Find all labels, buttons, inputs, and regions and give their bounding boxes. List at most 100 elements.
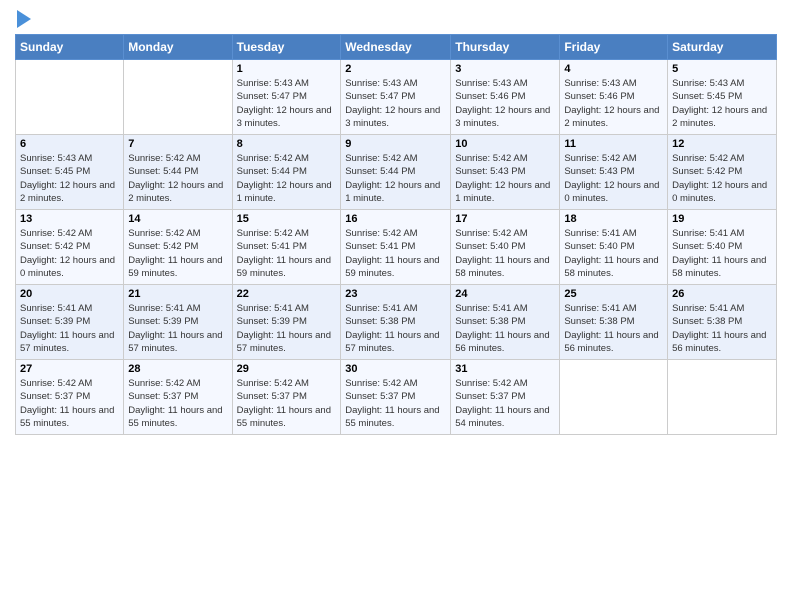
week-row-5: 27 Sunrise: 5:42 AMSunset: 5:37 PMDayligh… xyxy=(16,360,777,435)
header xyxy=(15,10,777,28)
day-info: Sunrise: 5:41 AMSunset: 5:39 PMDaylight:… xyxy=(237,302,337,355)
day-number: 29 xyxy=(237,363,337,375)
calendar-cell: 7 Sunrise: 5:42 AMSunset: 5:44 PMDaylight… xyxy=(124,135,232,210)
day-info: Sunrise: 5:43 AMSunset: 5:46 PMDaylight:… xyxy=(455,77,555,130)
day-info: Sunrise: 5:42 AMSunset: 5:42 PMDaylight:… xyxy=(20,227,119,280)
calendar-cell: 26 Sunrise: 5:41 AMSunset: 5:38 PMDayligh… xyxy=(668,285,777,360)
col-header-friday: Friday xyxy=(560,35,668,60)
calendar-cell: 21 Sunrise: 5:41 AMSunset: 5:39 PMDayligh… xyxy=(124,285,232,360)
day-number: 1 xyxy=(237,63,337,75)
day-info: Sunrise: 5:42 AMSunset: 5:37 PMDaylight:… xyxy=(455,377,555,430)
day-info: Sunrise: 5:42 AMSunset: 5:37 PMDaylight:… xyxy=(128,377,227,430)
calendar-cell: 10 Sunrise: 5:42 AMSunset: 5:43 PMDayligh… xyxy=(451,135,560,210)
week-row-4: 20 Sunrise: 5:41 AMSunset: 5:39 PMDayligh… xyxy=(16,285,777,360)
calendar-cell: 27 Sunrise: 5:42 AMSunset: 5:37 PMDayligh… xyxy=(16,360,124,435)
calendar-cell: 17 Sunrise: 5:42 AMSunset: 5:40 PMDayligh… xyxy=(451,210,560,285)
day-info: Sunrise: 5:42 AMSunset: 5:41 PMDaylight:… xyxy=(345,227,446,280)
day-info: Sunrise: 5:42 AMSunset: 5:37 PMDaylight:… xyxy=(237,377,337,430)
day-info: Sunrise: 5:43 AMSunset: 5:47 PMDaylight:… xyxy=(237,77,337,130)
day-number: 23 xyxy=(345,288,446,300)
calendar-cell: 16 Sunrise: 5:42 AMSunset: 5:41 PMDayligh… xyxy=(341,210,451,285)
calendar-cell: 8 Sunrise: 5:42 AMSunset: 5:44 PMDaylight… xyxy=(232,135,341,210)
week-row-3: 13Sunrise: 5:42 AMSunset: 5:42 PMDayligh… xyxy=(16,210,777,285)
calendar-cell: 18 Sunrise: 5:41 AMSunset: 5:40 PMDayligh… xyxy=(560,210,668,285)
day-number: 10 xyxy=(455,138,555,150)
day-info: Sunrise: 5:42 AMSunset: 5:37 PMDaylight:… xyxy=(20,377,119,430)
day-info: Sunrise: 5:43 AMSunset: 5:46 PMDaylight:… xyxy=(564,77,663,130)
col-header-wednesday: Wednesday xyxy=(341,35,451,60)
day-number: 18 xyxy=(564,213,663,225)
week-row-2: 6 Sunrise: 5:43 AMSunset: 5:45 PMDaylight… xyxy=(16,135,777,210)
calendar-cell xyxy=(124,60,232,135)
day-number: 20 xyxy=(20,288,119,300)
day-number: 17 xyxy=(455,213,555,225)
calendar-cell: 3Sunrise: 5:43 AMSunset: 5:46 PMDaylight… xyxy=(451,60,560,135)
day-info: Sunrise: 5:41 AMSunset: 5:40 PMDaylight:… xyxy=(564,227,663,280)
calendar-cell: 19 Sunrise: 5:41 AMSunset: 5:40 PMDayligh… xyxy=(668,210,777,285)
day-number: 2 xyxy=(345,63,446,75)
calendar-cell: 20Sunrise: 5:41 AMSunset: 5:39 PMDayligh… xyxy=(16,285,124,360)
calendar-cell: 2 Sunrise: 5:43 AMSunset: 5:47 PMDaylight… xyxy=(341,60,451,135)
day-info: Sunrise: 5:42 AMSunset: 5:44 PMDaylight:… xyxy=(237,152,337,205)
day-info: Sunrise: 5:41 AMSunset: 5:39 PMDaylight:… xyxy=(128,302,227,355)
day-number: 27 xyxy=(20,363,119,375)
day-number: 6 xyxy=(20,138,119,150)
day-number: 30 xyxy=(345,363,446,375)
day-info: Sunrise: 5:41 AMSunset: 5:38 PMDaylight:… xyxy=(564,302,663,355)
day-number: 12 xyxy=(672,138,772,150)
day-info: Sunrise: 5:42 AMSunset: 5:40 PMDaylight:… xyxy=(455,227,555,280)
day-info: Sunrise: 5:42 AMSunset: 5:44 PMDaylight:… xyxy=(128,152,227,205)
day-number: 9 xyxy=(345,138,446,150)
calendar-cell: 12 Sunrise: 5:42 AMSunset: 5:42 PMDayligh… xyxy=(668,135,777,210)
day-info: Sunrise: 5:42 AMSunset: 5:42 PMDaylight:… xyxy=(672,152,772,205)
calendar-cell: 13Sunrise: 5:42 AMSunset: 5:42 PMDayligh… xyxy=(16,210,124,285)
day-number: 19 xyxy=(672,213,772,225)
calendar-cell: 25 Sunrise: 5:41 AMSunset: 5:38 PMDayligh… xyxy=(560,285,668,360)
day-number: 11 xyxy=(564,138,663,150)
day-number: 25 xyxy=(564,288,663,300)
day-info: Sunrise: 5:42 AMSunset: 5:43 PMDaylight:… xyxy=(455,152,555,205)
calendar-cell: 24 Sunrise: 5:41 AMSunset: 5:38 PMDayligh… xyxy=(451,285,560,360)
col-header-thursday: Thursday xyxy=(451,35,560,60)
calendar-cell: 14 Sunrise: 5:42 AMSunset: 5:42 PMDayligh… xyxy=(124,210,232,285)
day-number: 5 xyxy=(672,63,772,75)
day-info: Sunrise: 5:41 AMSunset: 5:38 PMDaylight:… xyxy=(672,302,772,355)
day-info: Sunrise: 5:43 AMSunset: 5:45 PMDaylight:… xyxy=(20,152,119,205)
day-info: Sunrise: 5:41 AMSunset: 5:40 PMDaylight:… xyxy=(672,227,772,280)
day-number: 22 xyxy=(237,288,337,300)
day-number: 8 xyxy=(237,138,337,150)
day-info: Sunrise: 5:42 AMSunset: 5:42 PMDaylight:… xyxy=(128,227,227,280)
calendar-cell: 31Sunrise: 5:42 AMSunset: 5:37 PMDayligh… xyxy=(451,360,560,435)
calendar-cell: 30 Sunrise: 5:42 AMSunset: 5:37 PMDayligh… xyxy=(341,360,451,435)
day-number: 24 xyxy=(455,288,555,300)
calendar-cell xyxy=(668,360,777,435)
day-number: 21 xyxy=(128,288,227,300)
day-info: Sunrise: 5:43 AMSunset: 5:45 PMDaylight:… xyxy=(672,77,772,130)
calendar-cell: 23 Sunrise: 5:41 AMSunset: 5:38 PMDayligh… xyxy=(341,285,451,360)
calendar-table: SundayMondayTuesdayWednesdayThursdayFrid… xyxy=(15,34,777,435)
day-info: Sunrise: 5:41 AMSunset: 5:38 PMDaylight:… xyxy=(345,302,446,355)
calendar-cell xyxy=(16,60,124,135)
day-number: 7 xyxy=(128,138,227,150)
col-header-saturday: Saturday xyxy=(668,35,777,60)
calendar-cell: 1 Sunrise: 5:43 AMSunset: 5:47 PMDaylight… xyxy=(232,60,341,135)
day-number: 26 xyxy=(672,288,772,300)
header-row: SundayMondayTuesdayWednesdayThursdayFrid… xyxy=(16,35,777,60)
calendar-cell: 5 Sunrise: 5:43 AMSunset: 5:45 PMDaylight… xyxy=(668,60,777,135)
day-info: Sunrise: 5:42 AMSunset: 5:43 PMDaylight:… xyxy=(564,152,663,205)
calendar-cell: 15Sunrise: 5:42 AMSunset: 5:41 PMDayligh… xyxy=(232,210,341,285)
day-number: 16 xyxy=(345,213,446,225)
day-info: Sunrise: 5:43 AMSunset: 5:47 PMDaylight:… xyxy=(345,77,446,130)
day-info: Sunrise: 5:41 AMSunset: 5:38 PMDaylight:… xyxy=(455,302,555,355)
logo-arrow-icon xyxy=(17,10,31,28)
calendar-cell: 6 Sunrise: 5:43 AMSunset: 5:45 PMDaylight… xyxy=(16,135,124,210)
calendar-cell: 22 Sunrise: 5:41 AMSunset: 5:39 PMDayligh… xyxy=(232,285,341,360)
day-info: Sunrise: 5:42 AMSunset: 5:37 PMDaylight:… xyxy=(345,377,446,430)
day-number: 14 xyxy=(128,213,227,225)
calendar-cell: 4Sunrise: 5:43 AMSunset: 5:46 PMDaylight… xyxy=(560,60,668,135)
col-header-tuesday: Tuesday xyxy=(232,35,341,60)
calendar-cell: 11 Sunrise: 5:42 AMSunset: 5:43 PMDayligh… xyxy=(560,135,668,210)
logo xyxy=(15,10,31,28)
calendar-cell: 28Sunrise: 5:42 AMSunset: 5:37 PMDayligh… xyxy=(124,360,232,435)
day-number: 15 xyxy=(237,213,337,225)
